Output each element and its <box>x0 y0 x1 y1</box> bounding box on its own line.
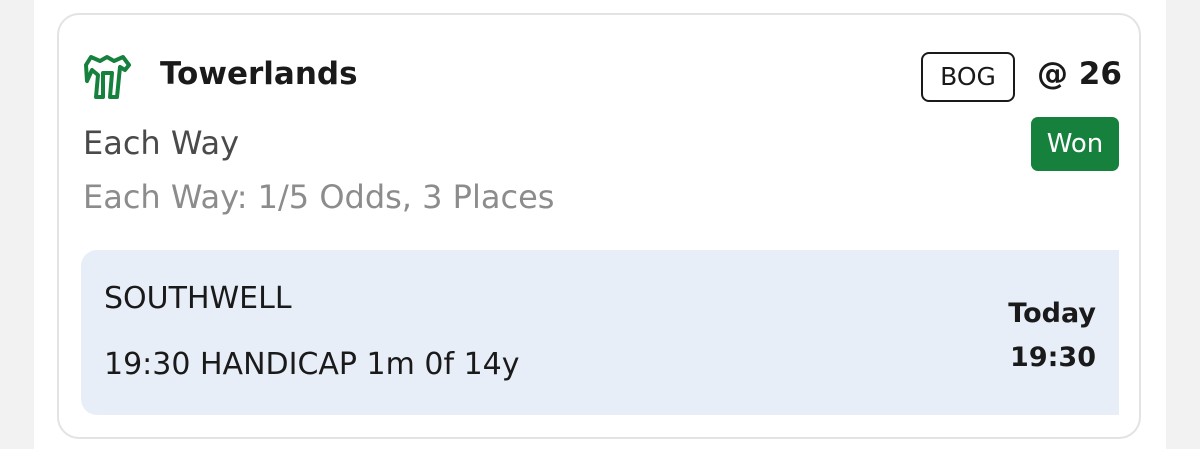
bet-type: Each Way <box>83 124 240 162</box>
event-time: 19:30 <box>1010 342 1096 373</box>
event-venue: SOUTHWELL <box>104 281 292 316</box>
odds: @ 26 <box>1037 56 1122 92</box>
event-panel[interactable] <box>81 250 1119 415</box>
bog-badge: BOG <box>921 52 1015 102</box>
page: Towerlands BOG @ 26 Each Way Won Each Wa… <box>0 0 1200 449</box>
result-badge: Won <box>1031 117 1119 171</box>
horse-racing-icon <box>84 55 131 99</box>
runner-name: Towerlands <box>160 56 358 92</box>
event-day: Today <box>1008 298 1096 329</box>
event-start: Today 19:30 <box>1008 292 1096 380</box>
event-race: 19:30 HANDICAP 1m 0f 14y <box>104 347 520 382</box>
each-way-terms: Each Way: 1/5 Odds, 3 Places <box>83 178 555 216</box>
